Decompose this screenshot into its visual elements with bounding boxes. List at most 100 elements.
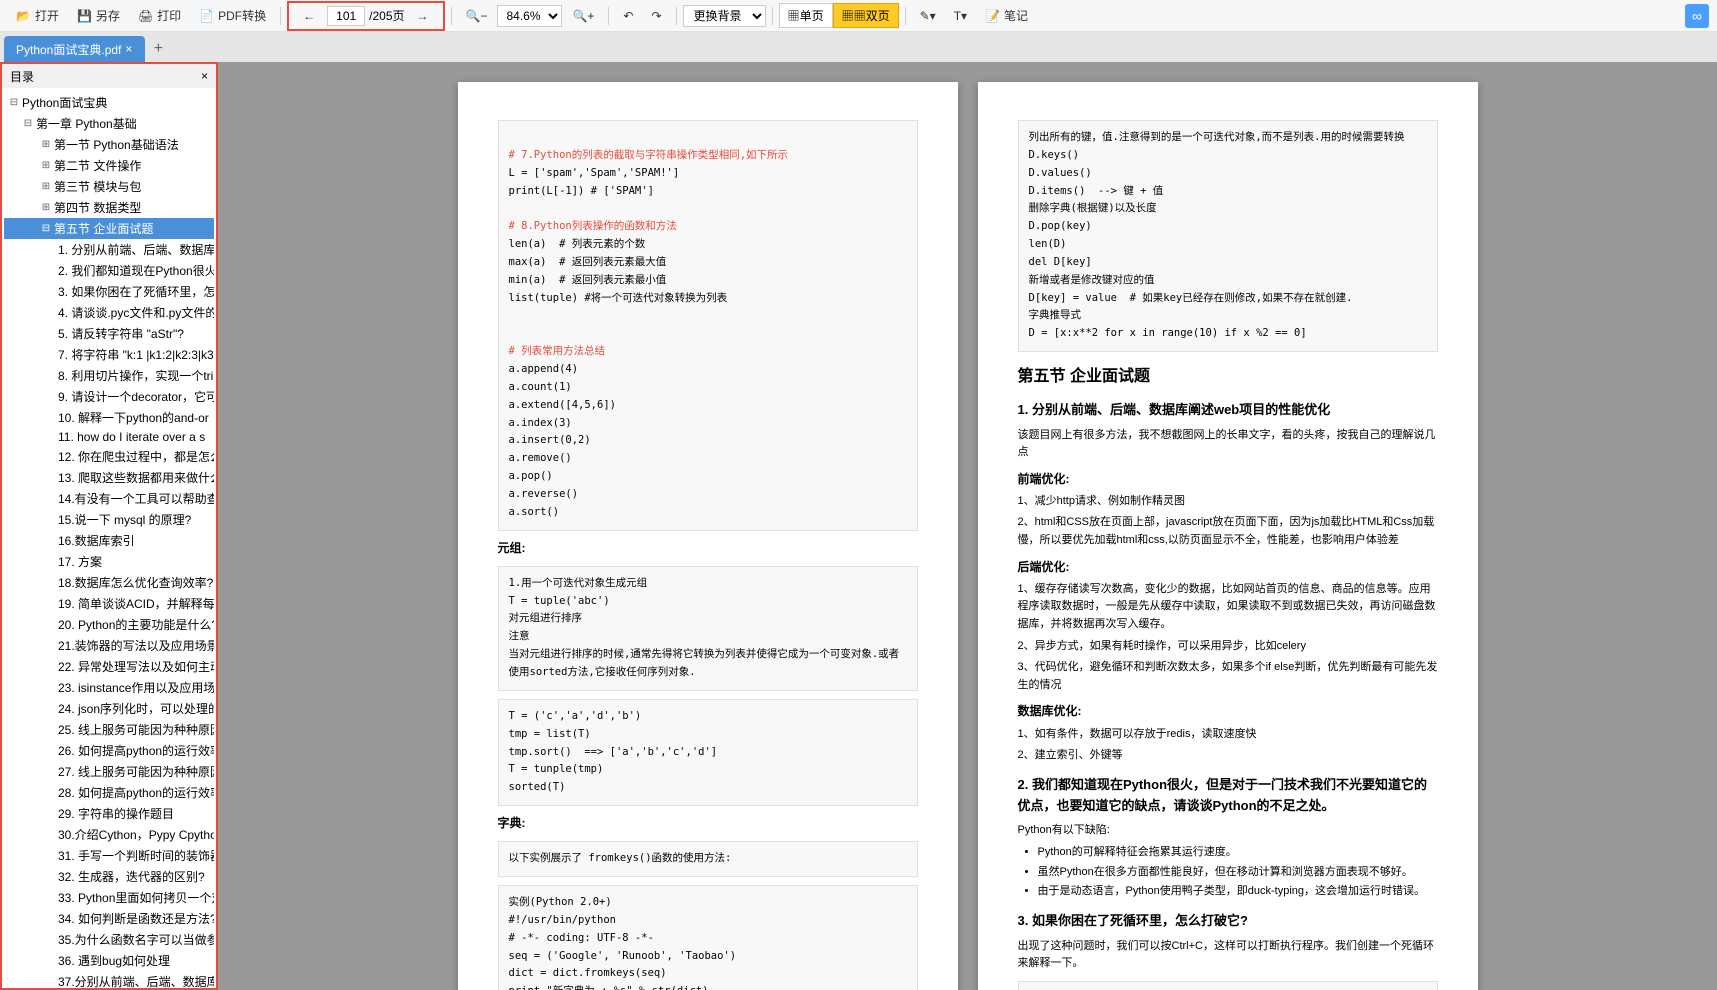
page-total-label: /205页 — [369, 7, 404, 24]
tree-question[interactable]: 29. 字符串的操作题目 — [4, 803, 214, 824]
code-block: # 7.Python的列表的截取与字符串操作类型相同,如下所示 L = ['sp… — [498, 120, 918, 531]
tree-question[interactable]: 16.数据库索引 — [4, 530, 214, 551]
tree-question[interactable]: 1. 分别从前端、后端、数据库 — [4, 239, 214, 260]
tree-question[interactable]: 14.有没有一个工具可以帮助查 — [4, 488, 214, 509]
zoom-in-button[interactable]: 🔍+ — [564, 5, 602, 27]
sub-heading: 后端优化: — [1018, 558, 1438, 577]
paragraph: 1、减少http请求、例如制作精灵图 — [1018, 493, 1438, 511]
tuple-heading: 元组: — [498, 539, 918, 558]
tree-question[interactable]: 27. 线上服务可能因为种种原因 — [4, 761, 214, 782]
tree-question[interactable]: 5. 请反转字符串 "aStr"? — [4, 323, 214, 344]
tree-question[interactable]: 20. Python的主要功能是什么? — [4, 614, 214, 635]
tree-question[interactable]: 23. isinstance作用以及应用场 — [4, 677, 214, 698]
prev-page-button[interactable]: ← — [295, 5, 323, 27]
double-page-button[interactable]: ▦▦双页 — [833, 3, 899, 28]
page-left: # 7.Python的列表的截取与字符串操作类型相同,如下所示 L = ['sp… — [458, 82, 958, 990]
tree-question[interactable]: 31. 手写一个判断时间的装饰器 — [4, 845, 214, 866]
tree-question[interactable]: 21.装饰器的写法以及应用场景 — [4, 635, 214, 656]
question-heading: 1. 分别从前端、后端、数据库阐述web项目的性能优化 — [1018, 400, 1438, 421]
tree-question[interactable]: 2. 我们都知道现在Python很火 — [4, 260, 214, 281]
code-block: 实例(Python 2.0+) #!/usr/bin/python # -*- … — [498, 885, 918, 990]
tree-question[interactable]: 17. 方案 — [4, 551, 214, 572]
paragraph: 1、如有条件，数据可以存放于redis，读取速度快 — [1018, 726, 1438, 744]
print-button[interactable]: 🖨打印 — [130, 3, 189, 28]
next-page-button[interactable]: → — [409, 5, 437, 27]
tree-question[interactable]: 28. 如何提高python的运行效率 — [4, 782, 214, 803]
tree-question[interactable]: 35.为什么函数名字可以当做参 — [4, 929, 214, 950]
notes-icon: 📝 — [985, 9, 1000, 23]
outline-tree[interactable]: ⊟Python面试宝典 ⊟第一章 Python基础 ⊞第一节 Python基础语… — [2, 88, 216, 988]
tree-section-active[interactable]: ⊟第五节 企业面试题 — [4, 218, 214, 239]
tree-question[interactable]: 26. 如何提高python的运行效率 — [4, 740, 214, 761]
tree-question[interactable]: 10. 解释一下python的and-or — [4, 407, 214, 428]
tree-question[interactable]: 7. 将字符串 "k:1 |k1:2|k2:3|k3 — [4, 344, 214, 365]
saveas-button[interactable]: 💾另存 — [69, 3, 128, 28]
code-block: 1.用一个可迭代对象生成元组 T = tuple('abc') 对元组进行排序 … — [498, 566, 918, 691]
tree-question[interactable]: 30.介绍Cython，Pypy Cpytho — [4, 824, 214, 845]
pdf-icon: 📄 — [199, 9, 214, 23]
double-page-icon: ▦▦ — [842, 9, 866, 23]
tree-root[interactable]: ⊟Python面试宝典 — [4, 92, 214, 113]
tree-question[interactable]: 37.分别从前端、后端、数据库 — [4, 971, 214, 988]
dict-heading: 字典: — [498, 814, 918, 833]
change-bg-select[interactable]: 更换背景 — [683, 5, 766, 27]
tree-section[interactable]: ⊞第三节 模块与包 — [4, 176, 214, 197]
paragraph: 该题目网上有很多方法，我不想截图网上的长串文字，看的头疼，按我自己的理解说几点 — [1018, 427, 1438, 462]
paragraph: 3、代码优化，避免循环和判断次数太多，如果多个if else判断，优先判断最有可… — [1018, 659, 1438, 694]
paragraph: 1、缓存存储读写次数高，变化少的数据，比如网站首页的信息、商品的信息等。应用程序… — [1018, 581, 1438, 634]
outline-sidebar: 目录 × ⊟Python面试宝典 ⊟第一章 Python基础 ⊞第一节 Pyth… — [0, 62, 218, 990]
tree-question[interactable]: 22. 异常处理写法以及如何主动 — [4, 656, 214, 677]
pdf-convert-button[interactable]: 📄PDF转换 — [191, 3, 274, 28]
code-block: T = ('c','a','d','b') tmp = list(T) tmp.… — [498, 699, 918, 806]
text-button[interactable]: T▾ — [946, 5, 975, 27]
tree-question[interactable]: 15.说一下 mysql 的原理? — [4, 509, 214, 530]
tree-question[interactable]: 19. 简单谈谈ACID，并解释每 — [4, 593, 214, 614]
highlight-button[interactable]: ✎▾ — [912, 5, 944, 27]
zoom-out-button[interactable]: 🔍− — [458, 5, 496, 27]
tree-chapter[interactable]: ⊟第一章 Python基础 — [4, 113, 214, 134]
paragraph: 2、html和CSS放在页面上部，javascript放在页面下面，因为js加载… — [1018, 514, 1438, 549]
page-viewport[interactable]: # 7.Python的列表的截取与字符串操作类型相同,如下所示 L = ['sp… — [218, 62, 1717, 990]
document-tab[interactable]: Python面试宝典.pdf × — [4, 36, 145, 62]
tab-close-button[interactable]: × — [125, 42, 139, 56]
tree-question[interactable]: 25. 线上服务可能因为种种原因 — [4, 719, 214, 740]
tree-question[interactable]: 11. how do I iterate over a s — [4, 428, 214, 446]
tree-question[interactable]: 8. 利用切片操作，实现一个trir — [4, 365, 214, 386]
tree-question[interactable]: 33. Python里面如何拷贝一个对 — [4, 887, 214, 908]
tree-question[interactable]: 12. 你在爬虫过程中，都是怎么 — [4, 446, 214, 467]
tree-section[interactable]: ⊞第二节 文件操作 — [4, 155, 214, 176]
tab-add-button[interactable]: + — [145, 36, 171, 62]
rotate-left-button[interactable]: ↶ — [615, 5, 641, 27]
open-button[interactable]: 📂打开 — [8, 3, 67, 28]
tree-question[interactable]: 32. 生成器，迭代器的区别? — [4, 866, 214, 887]
zoom-select[interactable]: 84.6% — [497, 5, 562, 27]
paragraph: 2、异步方式，如果有耗时操作，可以采用异步，比如celery — [1018, 638, 1438, 656]
tree-question[interactable]: 24. json序列化时，可以处理的 — [4, 698, 214, 719]
tab-bar: Python面试宝典.pdf × + — [0, 32, 1717, 62]
tree-section[interactable]: ⊞第一节 Python基础语法 — [4, 134, 214, 155]
save-icon: 💾 — [77, 9, 92, 23]
code-block: 以下实例展示了 fromkeys()函数的使用方法: — [498, 841, 918, 877]
paragraph: 出现了这种问题时，我们可以按Ctrl+C，这样可以打断执行程序。我们创建一个死循… — [1018, 938, 1438, 973]
paragraph: Python有以下缺陷: — [1018, 822, 1438, 840]
code-block: >>> def counterfunc(n): while(n==7):prin… — [1018, 981, 1438, 990]
notes-button[interactable]: 📝笔记 — [977, 3, 1036, 28]
code-block: 列出所有的键，值.注意得到的是一个可迭代对象,而不是列表.用的时候需要转换 D.… — [1018, 120, 1438, 352]
single-page-icon: ▦ — [788, 9, 800, 23]
tree-question[interactable]: 9. 请设计一个decorator，它可 — [4, 386, 214, 407]
single-page-button[interactable]: ▦单页 — [779, 3, 833, 28]
tree-question[interactable]: 4. 请谈谈.pyc文件和.py文件的 — [4, 302, 214, 323]
sidebar-close-button[interactable]: × — [201, 69, 208, 83]
tree-question[interactable]: 13. 爬取这些数据都用来做什么 — [4, 467, 214, 488]
tree-question[interactable]: 3. 如果你困在了死循环里，怎 — [4, 281, 214, 302]
tree-question[interactable]: 34. 如何判断是函数还是方法? — [4, 908, 214, 929]
tree-section[interactable]: ⊞第四节 数据类型 — [4, 197, 214, 218]
app-corner-button[interactable]: ∞ — [1685, 4, 1709, 28]
rotate-right-button[interactable]: ↷ — [643, 5, 669, 27]
tree-question[interactable]: 18.数据库怎么优化查询效率? — [4, 572, 214, 593]
page-input[interactable] — [327, 6, 365, 26]
question-heading: 3. 如果你困在了死循环里，怎么打破它? — [1018, 911, 1438, 932]
tree-question[interactable]: 36. 遇到bug如何处理 — [4, 950, 214, 971]
bullet-list: Python的可解释特征会拖累其运行速度。 虽然Python在很多方面都性能良好… — [1038, 844, 1438, 901]
paragraph: 2、建立索引、外键等 — [1018, 747, 1438, 765]
